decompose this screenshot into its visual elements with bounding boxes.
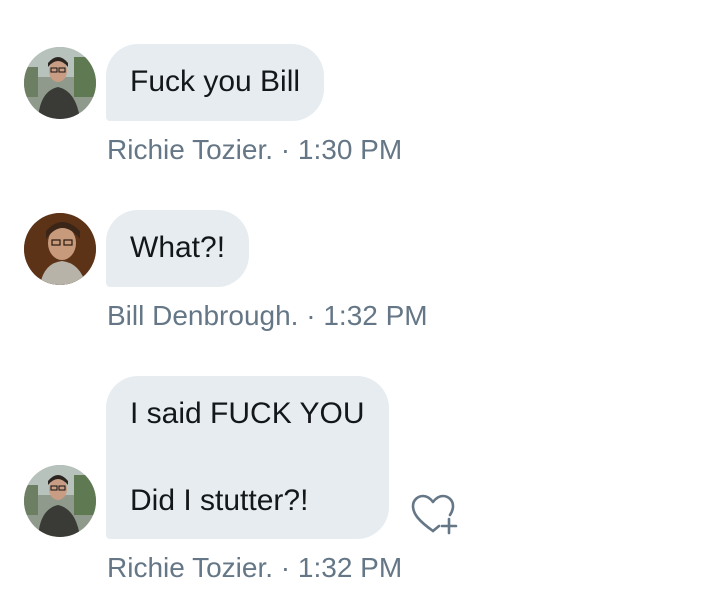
meta-separator: ·	[306, 300, 316, 331]
meta-separator: ·	[280, 134, 291, 165]
avatar-image	[24, 47, 96, 119]
message-text-line: Did I stutter?!	[130, 484, 309, 517]
meta-separator: ·	[280, 552, 291, 583]
message-meta: Richie Tozier. · 1:32 PM	[107, 552, 402, 584]
avatar-image	[24, 465, 96, 537]
author-name[interactable]: Richie Tozier.	[107, 134, 273, 165]
message-bubble[interactable]: I said FUCK YOU Did I stutter?!	[106, 376, 389, 539]
timestamp: 1:32 PM	[297, 552, 403, 583]
timestamp: 1:32 PM	[323, 300, 428, 331]
avatar-richie[interactable]	[24, 47, 96, 119]
message-thread: Fuck you Bill Richie Tozier. · 1:30 PM W…	[0, 0, 720, 593]
message-meta: Richie Tozier. · 1:30 PM	[107, 134, 402, 166]
avatar-image	[24, 213, 96, 285]
avatar-richie[interactable]	[24, 465, 96, 537]
author-name[interactable]: Richie Tozier.	[107, 552, 273, 583]
heart-plus-icon	[411, 494, 458, 535]
message-bubble[interactable]: Fuck you Bill	[106, 44, 325, 121]
message-text: What?!	[130, 231, 226, 264]
author-name[interactable]: Bill Denbrough.	[107, 300, 298, 331]
message-bubble[interactable]: What?!	[106, 210, 250, 287]
message-text-line: I said FUCK YOU	[130, 397, 365, 430]
message-text: Fuck you Bill	[130, 65, 301, 98]
like-button[interactable]	[411, 493, 459, 537]
message-meta: Bill Denbrough. · 1:32 PM	[107, 300, 428, 332]
avatar-bill[interactable]	[24, 213, 96, 285]
timestamp: 1:30 PM	[297, 134, 403, 165]
